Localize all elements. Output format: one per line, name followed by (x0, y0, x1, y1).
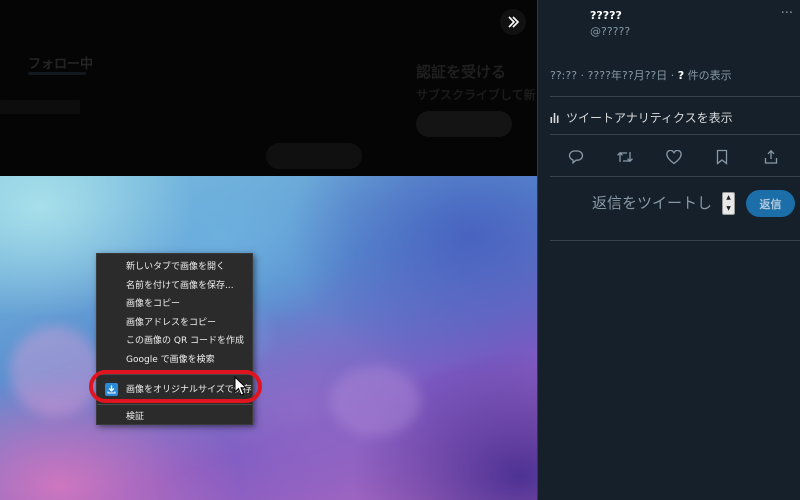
reply-bubble-icon (568, 150, 584, 165)
reply-spinner-control[interactable]: ▲ ▼ (722, 192, 735, 215)
views-label: 件の表示 (684, 69, 732, 82)
menu-item-inspect[interactable]: 検証 (97, 408, 252, 427)
tweet-timestamp-row: ??:?? · ????年??月??日 · ? 件の表示 (550, 67, 732, 83)
menu-item-open-image-new-tab[interactable]: 新しいタブで画像を開く (97, 258, 252, 277)
ghost-tab-underline (28, 72, 86, 75)
watercolor-image[interactable] (0, 176, 537, 500)
menu-item-copy-image[interactable]: 画像をコピー (97, 295, 252, 314)
spinner-down-icon[interactable]: ▼ (726, 205, 731, 212)
ghost-section-label (0, 100, 80, 114)
dimmed-background-page: フォロー中 認証を受ける サブスクライブして新 (0, 0, 537, 176)
heart-icon (666, 149, 682, 164)
tweet-actions-bar (538, 145, 800, 169)
image-viewer-area: フォロー中 認証を受ける サブスクライブして新 新しいタブで画像を開く 名前を付… (0, 0, 537, 500)
tweet-timestamp[interactable]: ??:?? · ????年??月??日 · (550, 69, 678, 82)
user-handle[interactable]: @????? (590, 25, 630, 38)
retweet-icon (617, 151, 633, 163)
ghost-promo-button (416, 111, 512, 137)
divider (550, 134, 800, 135)
view-analytics-link[interactable]: ツイートアナリティクスを表示 (550, 109, 733, 126)
bookmark-icon (716, 149, 728, 165)
ghost-promo-title: 認証を受ける (416, 63, 507, 81)
tweet-detail-panel: ????? @????? ··· ??:?? · ????年??月??日 · ?… (537, 0, 800, 500)
reply-action[interactable] (564, 145, 588, 169)
like-action[interactable] (662, 145, 686, 169)
menu-separator (97, 404, 252, 405)
retweet-action[interactable] (613, 145, 637, 169)
reply-textbox[interactable]: 返信をツイートし (592, 192, 722, 216)
menu-item-search-google[interactable]: Google で画像を検索 (97, 351, 252, 370)
menu-item-save-image-as[interactable]: 名前を付けて画像を保存... (97, 277, 252, 296)
ghost-follow-button (266, 143, 362, 169)
spinner-up-icon[interactable]: ▲ (726, 195, 731, 201)
menu-item-copy-image-address[interactable]: 画像アドレスをコピー (97, 314, 252, 333)
reply-button[interactable]: 返信 (746, 190, 795, 217)
analytics-bar-chart-icon (550, 113, 559, 123)
ghost-promo-subtitle: サブスクライブして新 (416, 88, 536, 102)
divider (550, 176, 800, 177)
double-chevron-right-icon (508, 16, 520, 28)
divider (550, 240, 800, 241)
analytics-label: ツイートアナリティクスを表示 (566, 111, 733, 125)
divider (550, 96, 800, 97)
more-icon[interactable]: ··· (781, 6, 793, 21)
ghost-tab-following: フォロー中 (28, 57, 94, 72)
bookmark-action[interactable] (710, 145, 734, 169)
menu-item-create-qr-code[interactable]: この画像の QR コードを作成 (97, 332, 252, 351)
mouse-cursor-icon (234, 376, 248, 396)
paint-stain (330, 366, 420, 436)
user-display-name[interactable]: ????? (590, 9, 622, 22)
share-action[interactable] (759, 145, 783, 169)
paint-stain (10, 326, 100, 416)
share-upload-icon (764, 149, 778, 164)
expand-panel-button[interactable] (500, 9, 526, 35)
